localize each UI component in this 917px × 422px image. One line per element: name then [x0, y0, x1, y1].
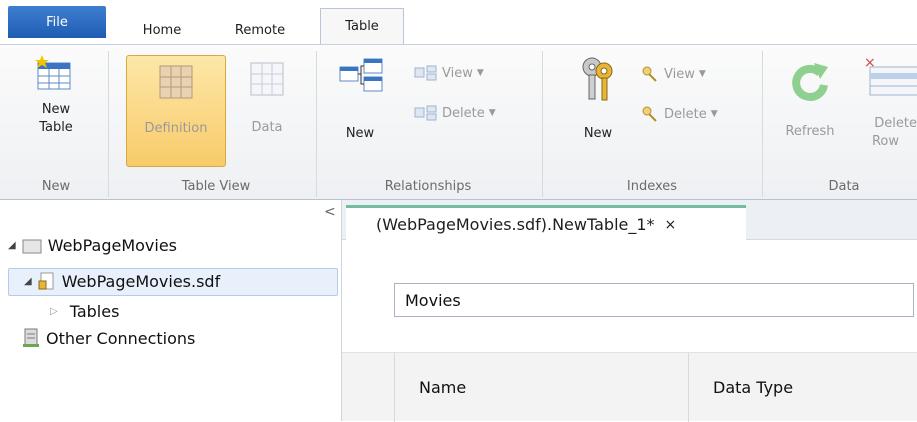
- table-name-input[interactable]: [394, 283, 914, 317]
- index-view-button[interactable]: View ▼: [640, 65, 706, 83]
- column-grid-header: Name Data Type: [342, 352, 917, 422]
- tab-remote[interactable]: Remote: [214, 16, 306, 44]
- index-delete-label: Delete: [664, 106, 707, 122]
- relationship-delete-button[interactable]: Delete ▼: [414, 105, 496, 121]
- group-separator: [762, 51, 763, 197]
- tab-table[interactable]: Table: [320, 8, 404, 44]
- delete-row-label-1: Delete: [874, 116, 917, 131]
- new-table-label-2: Table: [39, 120, 73, 135]
- document-tab-title: (WebPageMovies.sdf).NewTable_1*: [376, 215, 655, 234]
- new-index-button[interactable]: New: [568, 55, 628, 143]
- chevron-down-icon: ▼: [710, 109, 718, 119]
- tree-label-db: WebPageMovies.sdf: [61, 271, 221, 291]
- tree-node-tables[interactable]: ▷ Tables: [50, 302, 119, 321]
- collapse-pane-button[interactable]: <: [324, 204, 336, 220]
- ribbon: New Table New Definition Data Table View: [0, 44, 917, 200]
- group-label-table-view: Table View: [181, 179, 251, 194]
- data-view-button[interactable]: Data: [232, 59, 302, 137]
- chevron-down-icon: ▼: [476, 68, 484, 78]
- group-separator: [316, 51, 317, 197]
- object-explorer-pane: < ◢ WebPageMovies ◢ WebPageMovies.sdf ▷ …: [0, 200, 342, 421]
- document-tab[interactable]: (WebPageMovies.sdf).NewTable_1* ×: [346, 205, 746, 241]
- small-key-icon: [642, 66, 657, 82]
- delete-row-icon: ×: [864, 55, 917, 96]
- index-delete-button[interactable]: Delete ▼: [640, 105, 718, 123]
- chevron-down-icon: ▼: [488, 108, 496, 118]
- refresh-button[interactable]: Refresh: [774, 59, 846, 141]
- tab-file[interactable]: File: [8, 6, 106, 38]
- new-relationship-label: New: [345, 126, 375, 141]
- chevron-down-icon: ▼: [698, 69, 706, 79]
- folder-icon: [22, 239, 42, 253]
- relationship-small-icon: [414, 105, 437, 121]
- delete-row-button[interactable]: × Delete Row: [852, 55, 917, 151]
- new-table-label-1: New: [41, 102, 71, 117]
- data-view-label: Data: [251, 120, 283, 135]
- data-grid-icon: [250, 62, 284, 96]
- tree-node-root[interactable]: ◢ WebPageMovies: [8, 236, 177, 255]
- tree-node-db[interactable]: ◢ WebPageMovies.sdf: [24, 271, 220, 291]
- close-icon[interactable]: ×: [665, 217, 677, 233]
- refresh-icon: [792, 63, 828, 101]
- keys-icon: [582, 57, 613, 101]
- expanded-arrow-icon[interactable]: ◢: [24, 276, 32, 287]
- relationship-icon: [339, 58, 383, 92]
- server-icon: [23, 328, 39, 347]
- column-header-name[interactable]: Name: [394, 353, 688, 422]
- column-header-data-type[interactable]: Data Type: [688, 353, 917, 422]
- group-label-indexes: Indexes: [626, 179, 678, 194]
- definition-button[interactable]: Definition: [126, 55, 226, 167]
- relationship-view-label: View: [442, 65, 473, 81]
- tree-label-root: WebPageMovies: [47, 236, 178, 255]
- tab-home[interactable]: Home: [120, 16, 204, 44]
- relationship-small-icon: [414, 65, 437, 81]
- small-key-icon: [642, 106, 657, 122]
- delete-row-label-2: Row: [871, 134, 899, 149]
- ribbon-tab-strip: File Home Remote Table: [0, 0, 917, 44]
- new-index-label: New: [583, 126, 613, 141]
- refresh-label: Refresh: [785, 124, 835, 139]
- group-label-new: New: [41, 179, 71, 194]
- new-table-button[interactable]: New Table: [14, 53, 98, 137]
- tree-node-other-connections[interactable]: Other Connections: [22, 328, 195, 348]
- tree-label-tables: Tables: [69, 302, 120, 321]
- group-separator: [542, 51, 543, 197]
- index-view-label: View: [664, 66, 695, 82]
- expanded-arrow-icon[interactable]: ◢: [8, 240, 16, 251]
- database-file-icon: [38, 272, 54, 290]
- group-separator: [108, 51, 109, 197]
- collapsed-arrow-icon[interactable]: ▷: [50, 306, 58, 317]
- new-table-icon: [35, 55, 71, 90]
- relationship-view-button[interactable]: View ▼: [414, 65, 484, 81]
- tree-label-other: Other Connections: [46, 328, 196, 348]
- group-label-relationships: Relationships: [384, 179, 472, 194]
- relationship-delete-label: Delete: [442, 105, 485, 121]
- definition-icon: [159, 65, 193, 99]
- group-label-data: Data: [828, 179, 860, 194]
- new-relationship-button[interactable]: New: [330, 55, 390, 143]
- definition-label: Definition: [144, 121, 208, 136]
